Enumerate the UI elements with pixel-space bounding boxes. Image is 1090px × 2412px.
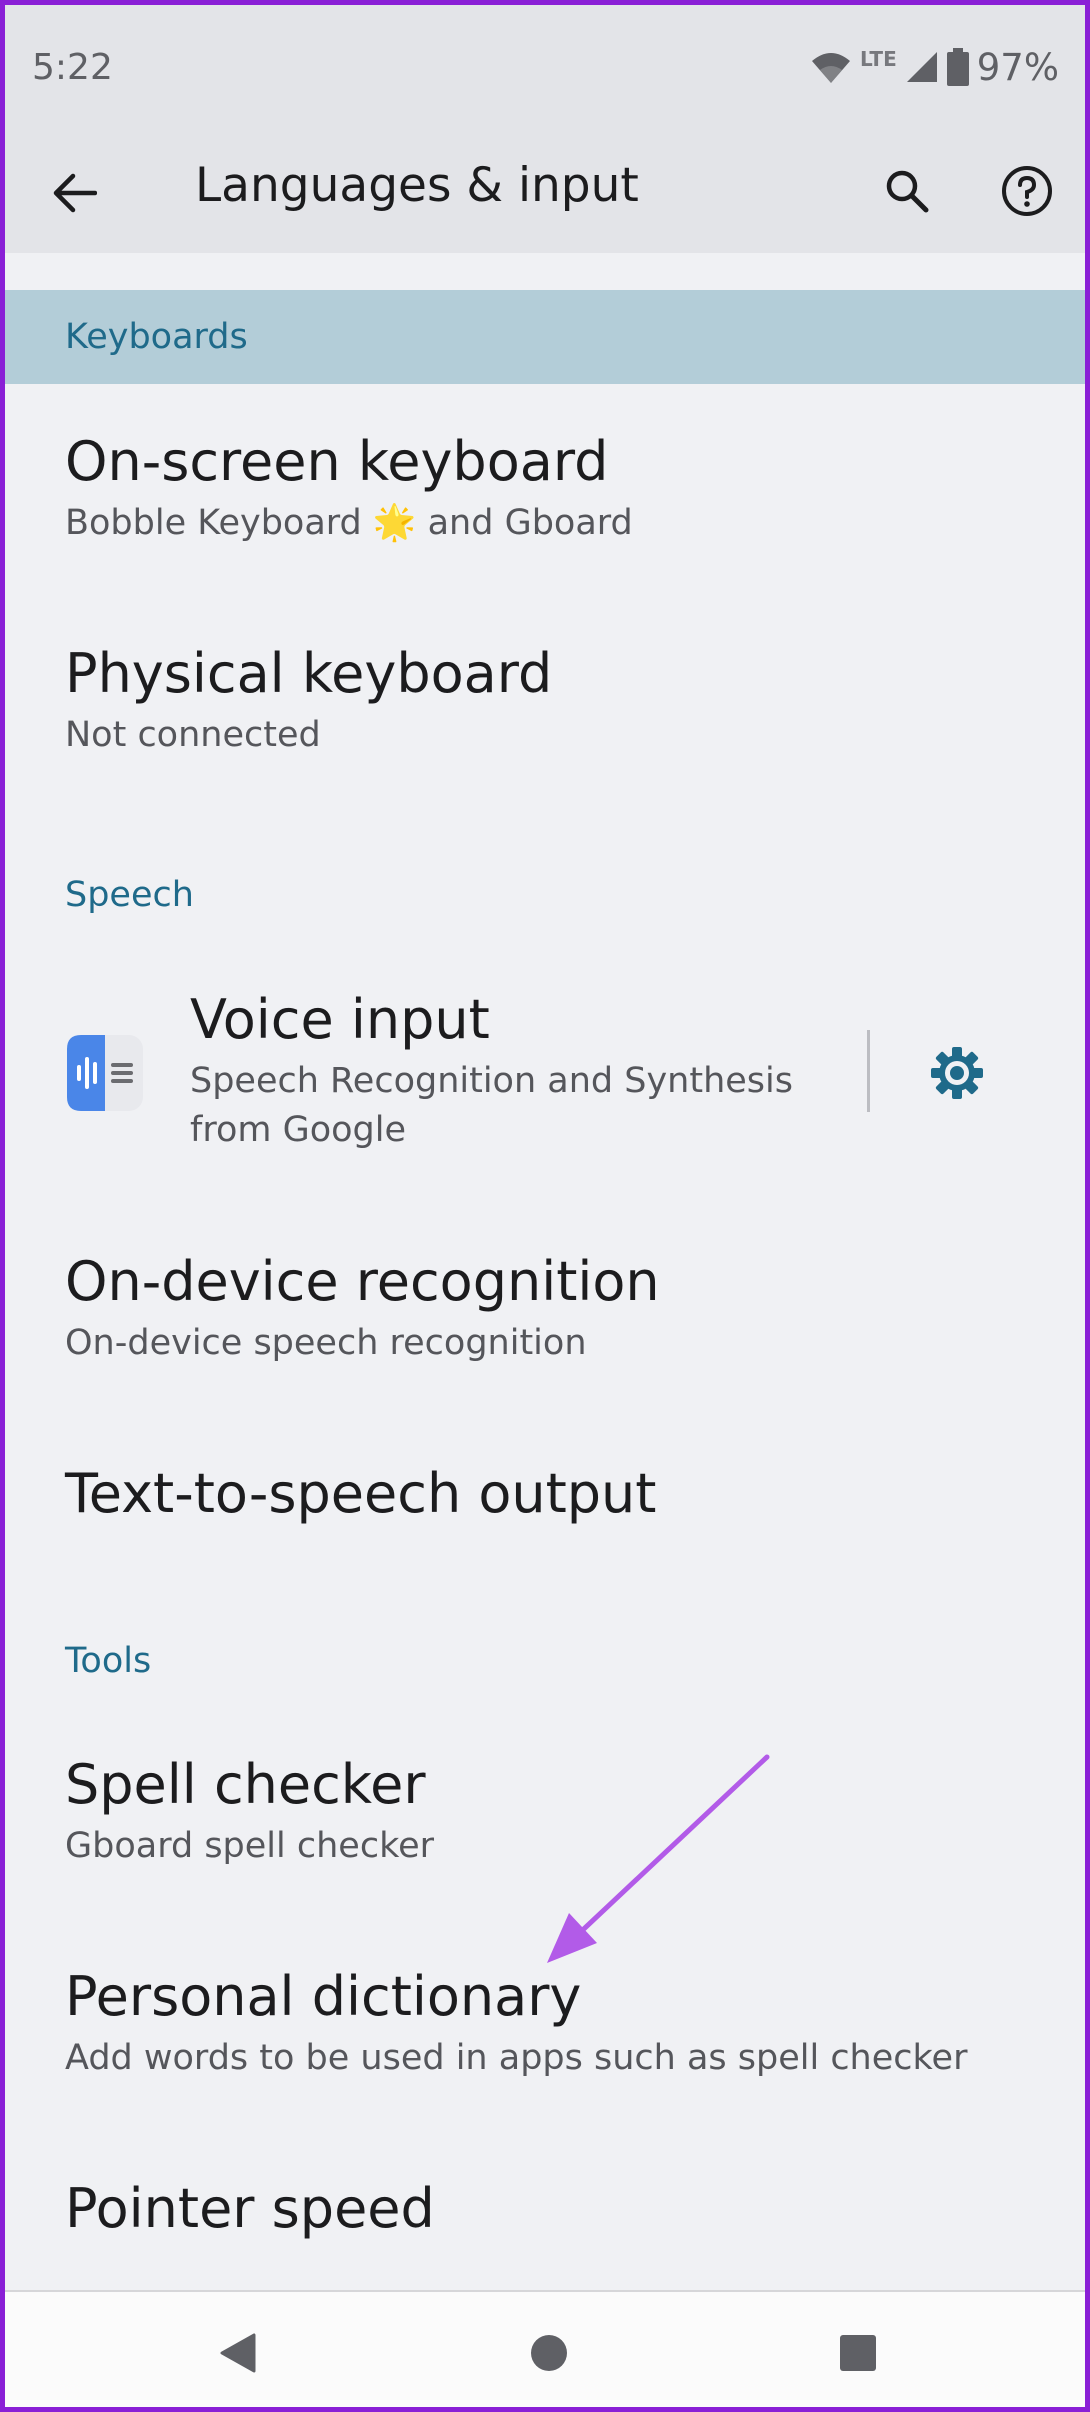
nav-home-button[interactable] <box>516 2320 582 2386</box>
triangle-back-icon <box>220 2333 256 2373</box>
status-bar: 5:22 LTE 97% <box>5 5 1085 133</box>
section-header-keyboards: Keyboards <box>65 317 248 357</box>
signal-icon <box>906 52 937 82</box>
wifi-icon <box>812 53 850 83</box>
list-item-voice-input[interactable]: Voice input Speech Recognition and Synth… <box>190 988 845 1155</box>
battery-percent: 97% <box>976 45 1059 89</box>
item-title: Text-to-speech output <box>65 1462 657 1525</box>
item-title: Physical keyboard <box>65 642 553 705</box>
item-subtitle: Bobble Keyboard 🌟 and Gboard <box>65 502 633 543</box>
annotation-arrow-icon <box>547 1754 770 1963</box>
circle-home-icon <box>531 2335 567 2371</box>
section-header-tools: Tools <box>65 1641 152 1681</box>
list-item-on-device-recognition[interactable]: On-device recognition On-device speech r… <box>65 1250 1045 1368</box>
top-app-bar: Languages & input <box>5 133 1085 253</box>
help-circle-icon <box>1002 166 1052 216</box>
item-title: On-screen keyboard <box>65 430 609 493</box>
item-title: Pointer speed <box>65 2177 435 2240</box>
list-item-onscreen-keyboard[interactable]: On-screen keyboard Bobble Keyboard 🌟 and… <box>65 430 1045 548</box>
gear-icon[interactable] <box>927 1043 987 1103</box>
arrow-left-icon <box>53 173 97 213</box>
screen-frame: 5:22 LTE 97% Languages & input Keyboards… <box>0 0 1090 2412</box>
search-icon <box>886 170 929 213</box>
page-title: Languages & input <box>195 158 639 213</box>
battery-icon <box>946 48 969 86</box>
item-subtitle: On-device speech recognition <box>65 1322 587 1363</box>
search-button[interactable] <box>875 159 939 223</box>
item-title: Voice input <box>190 988 490 1051</box>
list-item-personal-dictionary[interactable]: Personal dictionary Add words to be used… <box>65 1965 1045 2083</box>
voice-input-app-icon <box>67 1035 143 1111</box>
list-item-pointer-speed[interactable]: Pointer speed <box>65 2177 1045 2242</box>
nav-recents-button[interactable] <box>825 2320 891 2386</box>
nav-back-button[interactable] <box>205 2320 271 2386</box>
status-icons: LTE 97% <box>810 45 1059 89</box>
list-item-physical-keyboard[interactable]: Physical keyboard Not connected <box>65 642 1045 760</box>
item-title: On-device recognition <box>65 1250 660 1313</box>
system-nav-bar <box>5 2290 1085 2407</box>
network-type: LTE <box>860 47 897 71</box>
item-subtitle: Not connected <box>65 714 321 755</box>
item-subtitle: Speech Recognition and Synthesis from Go… <box>190 1060 793 1150</box>
help-button[interactable] <box>995 159 1059 223</box>
list-item-text-to-speech[interactable]: Text-to-speech output <box>65 1462 1045 1527</box>
vertical-divider <box>867 1030 870 1112</box>
square-recents-icon <box>840 2335 876 2371</box>
section-header-speech: Speech <box>65 875 194 915</box>
status-time: 5:22 <box>32 47 113 88</box>
back-button[interactable] <box>43 161 107 225</box>
item-subtitle: Add words to be used in apps such as spe… <box>65 2037 968 2078</box>
